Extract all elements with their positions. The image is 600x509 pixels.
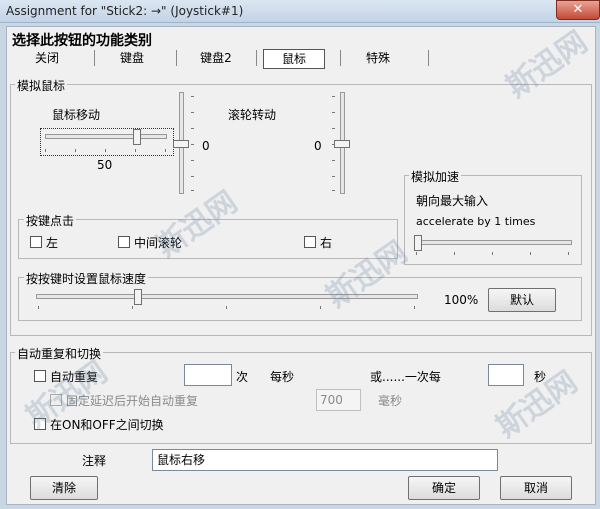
slider-tick: [105, 149, 106, 152]
toggle-on-off-label: 在ON和OFF之间切换: [50, 418, 164, 432]
slider-thumb[interactable]: [334, 140, 350, 148]
middle-click-checkbox[interactable]: [118, 236, 130, 248]
slider-tick: [191, 96, 194, 97]
auto-repeat-label: 自动重复: [50, 370, 99, 384]
comment-label: 注释: [82, 454, 107, 468]
mouse-vertical-slider[interactable]: [173, 92, 197, 196]
tab-special[interactable]: 特殊: [346, 48, 410, 68]
mouse-speed-slider[interactable]: [36, 289, 420, 312]
tab-separator: [428, 50, 429, 66]
slider-tick: [416, 252, 417, 255]
slider-tick: [75, 149, 76, 152]
wheel-value: 0: [314, 139, 322, 153]
slider-thumb[interactable]: [134, 289, 142, 305]
slider-tick: [454, 252, 455, 255]
close-icon: ✕: [572, 2, 584, 17]
toggle-on-off-checkbox[interactable]: [34, 418, 46, 430]
mouse-move-label: 鼠标移动: [52, 108, 101, 122]
slider-tick: [165, 149, 166, 152]
auto-repeat-group-label: 自动重复和切换: [15, 345, 104, 362]
seconds-label: 秒: [534, 370, 547, 384]
middle-click-label: 中间滚轮: [134, 236, 183, 250]
fixed-delay-label: 固定延迟后开始自动重复: [66, 394, 199, 408]
slider-tick: [332, 112, 335, 113]
window-title: Assignment for "Stick2: →" (Joystick#1): [6, 4, 244, 18]
window-title-bar: Assignment for "Stick2: →" (Joystick#1): [0, 0, 600, 23]
times-label: 次: [236, 370, 249, 384]
slider-tick: [332, 96, 335, 97]
delay-ms-input[interactable]: 700: [316, 389, 361, 411]
category-heading: 选择此按钮的功能类别: [12, 33, 152, 49]
slider-tick: [191, 190, 194, 191]
mouse-vertical-value: 0: [202, 139, 210, 153]
slider-tick: [320, 306, 321, 309]
slider-tick: [45, 149, 46, 152]
slider-tick: [332, 128, 335, 129]
default-speed-button[interactable]: 默认: [488, 288, 556, 312]
tab-separator: [340, 50, 341, 66]
slider-tick: [332, 190, 335, 191]
ms-label: 毫秒: [378, 394, 403, 408]
slider-track: [36, 294, 418, 299]
wheel-slider[interactable]: [330, 92, 350, 196]
fixed-delay-checkbox[interactable]: [50, 394, 62, 406]
slider-tick: [191, 144, 194, 145]
slider-tick: [414, 306, 415, 309]
comment-input[interactable]: 鼠标右移: [152, 449, 498, 471]
mouse-speed-label: 按按键时设置鼠标速度: [24, 270, 149, 287]
tab-separator: [94, 50, 95, 66]
category-tabs: 关闭 键盘 键盘2 鼠标 特殊: [16, 48, 436, 69]
slider-thumb[interactable]: [414, 235, 422, 251]
repeat-count-input[interactable]: [184, 364, 232, 386]
accelerate-text: accelerate by 1 times: [416, 215, 536, 228]
tab-mouse[interactable]: 鼠标: [263, 49, 325, 69]
slider-tick: [226, 306, 227, 309]
mouse-move-slider[interactable]: [40, 128, 174, 156]
slider-tick: [135, 149, 136, 152]
ok-button[interactable]: 确定: [408, 476, 480, 500]
auto-repeat-checkbox[interactable]: [34, 370, 46, 382]
tab-off[interactable]: 关闭: [16, 48, 78, 68]
per-second-label: 每秒: [270, 370, 295, 384]
slider-track: [45, 134, 167, 139]
mouse-move-value: 50: [97, 158, 113, 172]
mouse-speed-percent: 100%: [444, 293, 479, 307]
slider-tick: [191, 176, 194, 177]
right-click-checkbox[interactable]: [304, 236, 316, 248]
slider-tick: [332, 160, 335, 161]
window-close-button[interactable]: ✕: [556, 0, 600, 20]
repeat-interval-input[interactable]: [488, 364, 524, 386]
right-click-label: 右: [320, 236, 333, 250]
left-click-checkbox[interactable]: [30, 236, 42, 248]
or-once-every-label: 或......一次每: [370, 370, 441, 384]
wheel-label: 滚轮转动: [228, 108, 277, 122]
slider-track: [414, 240, 572, 245]
mouse-emulation-label: 模拟鼠标: [15, 77, 68, 94]
cancel-button[interactable]: 取消: [500, 476, 572, 500]
max-input-label: 朝向最大输入: [416, 194, 489, 208]
slider-thumb[interactable]: [133, 129, 141, 145]
slider-tick: [132, 306, 133, 309]
slider-tick: [530, 252, 531, 255]
tab-keyboard2[interactable]: 键盘2: [184, 48, 248, 68]
slider-tick: [38, 306, 39, 309]
button-click-label: 按键点击: [24, 212, 77, 229]
slider-tick: [568, 252, 569, 255]
clear-button[interactable]: 清除: [30, 476, 98, 500]
slider-thumb[interactable]: [173, 140, 189, 148]
left-click-label: 左: [46, 236, 59, 250]
tab-separator: [256, 50, 257, 66]
acceleration-label: 模拟加速: [409, 168, 462, 185]
slider-tick: [332, 144, 335, 145]
slider-tick: [191, 112, 194, 113]
slider-tick: [332, 176, 335, 177]
acceleration-slider[interactable]: [414, 234, 574, 256]
slider-tick: [191, 160, 194, 161]
tab-separator: [176, 50, 177, 66]
slider-tick: [492, 252, 493, 255]
slider-tick: [191, 128, 194, 129]
tab-keyboard[interactable]: 键盘: [100, 48, 164, 68]
